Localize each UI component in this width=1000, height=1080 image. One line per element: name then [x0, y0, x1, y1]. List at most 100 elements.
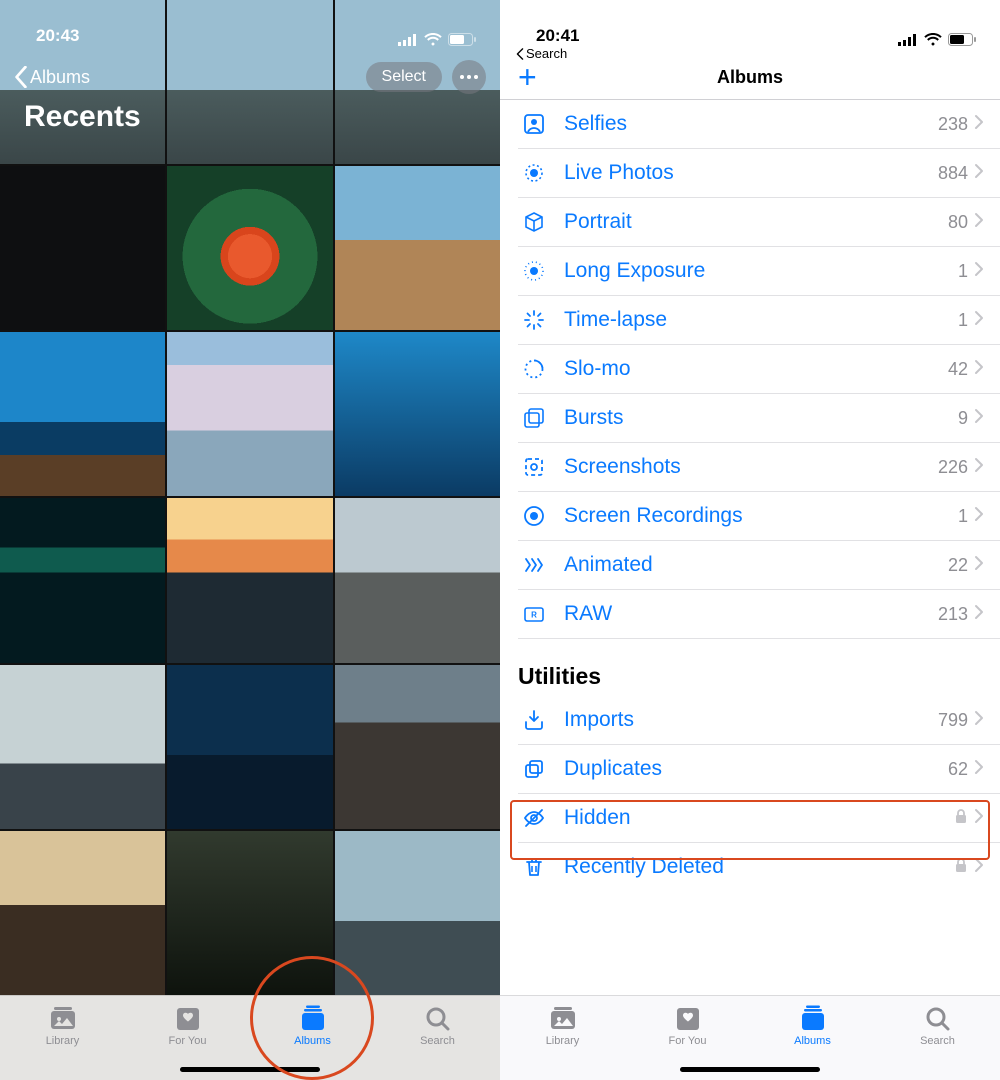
chevron-right-icon — [974, 408, 984, 429]
select-button[interactable]: Select — [366, 62, 442, 92]
photo-thumbnail[interactable] — [167, 166, 332, 330]
photo-thumbnail[interactable] — [0, 332, 165, 496]
photo-thumbnail[interactable] — [335, 166, 500, 330]
row-count: 42 — [948, 359, 968, 380]
status-icons — [898, 33, 976, 46]
tab-label: For You — [669, 1035, 707, 1047]
duplicates-icon — [518, 757, 550, 781]
photo-thumbnail[interactable] — [167, 332, 332, 496]
photo-thumbnail[interactable] — [0, 831, 165, 995]
search-icon — [923, 1004, 953, 1032]
tab-albums[interactable]: Albums — [750, 1004, 875, 1047]
photo-thumbnail[interactable] — [167, 665, 332, 829]
album-row-selfies[interactable]: Selfies 238 — [518, 100, 1000, 149]
album-row-duplicates[interactable]: Duplicates 62 — [518, 745, 1000, 794]
row-count: 213 — [938, 604, 968, 625]
albums-list-body[interactable]: Selfies 238 Live Photos 884 Portrait 80 … — [500, 100, 1000, 995]
photo-grid[interactable] — [0, 0, 500, 995]
row-label: Imports — [564, 708, 938, 732]
longexp-icon — [518, 259, 550, 283]
album-row-time-lapse[interactable]: Time-lapse 1 — [518, 296, 1000, 345]
tab-label: Albums — [294, 1035, 331, 1047]
trash-icon — [518, 855, 550, 879]
chevron-right-icon — [974, 114, 984, 135]
row-label: Slo-mo — [564, 357, 948, 381]
lock-icon — [954, 857, 968, 878]
back-to-search[interactable]: Search — [500, 46, 1000, 61]
more-button[interactable] — [452, 60, 486, 94]
chevron-right-icon — [974, 604, 984, 625]
bursts-icon — [518, 406, 550, 430]
screenrec-icon — [518, 504, 550, 528]
chevron-right-icon — [974, 457, 984, 478]
person-icon — [518, 112, 550, 136]
album-row-slo-mo[interactable]: Slo-mo 42 — [518, 345, 1000, 394]
photo-thumbnail[interactable] — [167, 831, 332, 995]
battery-icon — [948, 33, 976, 46]
add-button[interactable]: + — [518, 65, 537, 89]
home-indicator[interactable] — [180, 1067, 320, 1072]
album-row-screenshots[interactable]: Screenshots 226 — [518, 443, 1000, 492]
album-row-imports[interactable]: Imports 799 — [518, 696, 1000, 745]
album-row-long exposure[interactable]: Long Exposure 1 — [518, 247, 1000, 296]
chevron-right-icon — [974, 506, 984, 527]
photo-thumbnail[interactable] — [335, 665, 500, 829]
home-indicator[interactable] — [680, 1067, 820, 1072]
album-row-screen recordings[interactable]: Screen Recordings 1 — [518, 492, 1000, 541]
row-count: 22 — [948, 555, 968, 576]
album-row-raw[interactable]: R RAW 213 — [518, 590, 1000, 639]
photo-thumbnail[interactable] — [167, 498, 332, 662]
back-button[interactable]: Albums — [14, 66, 90, 88]
row-label: Screenshots — [564, 455, 938, 479]
photo-thumbnail[interactable] — [335, 332, 500, 496]
row-label: Animated — [564, 553, 948, 577]
tab-for-you[interactable]: For You — [625, 1004, 750, 1047]
photo-thumbnail[interactable] — [335, 831, 500, 995]
tab-label: Library — [46, 1035, 80, 1047]
hidden-icon — [518, 806, 550, 830]
album-row-live photos[interactable]: Live Photos 884 — [518, 149, 1000, 198]
photo-thumbnail[interactable] — [0, 166, 165, 330]
chevron-right-icon — [974, 759, 984, 780]
svg-text:R: R — [531, 611, 537, 620]
screenshots-icon — [518, 455, 550, 479]
photo-thumbnail[interactable] — [0, 498, 165, 662]
tab-label: Library — [546, 1035, 580, 1047]
tab-library[interactable]: Library — [500, 1004, 625, 1047]
album-row-hidden[interactable]: Hidden — [518, 794, 1000, 843]
row-label: Duplicates — [564, 757, 948, 781]
tab-search[interactable]: Search — [875, 1004, 1000, 1047]
album-row-portrait[interactable]: Portrait 80 — [518, 198, 1000, 247]
tab-label: Search — [420, 1035, 455, 1047]
row-label: Hidden — [564, 806, 954, 830]
album-row-bursts[interactable]: Bursts 9 — [518, 394, 1000, 443]
tab-search[interactable]: Search — [375, 1004, 500, 1047]
album-row-recently deleted[interactable]: Recently Deleted — [518, 843, 1000, 891]
row-label: Selfies — [564, 112, 938, 136]
row-count: 80 — [948, 212, 968, 233]
animated-icon — [518, 553, 550, 577]
timelapse-icon — [518, 308, 550, 332]
chevron-right-icon — [974, 310, 984, 331]
cellular-icon — [398, 34, 418, 46]
tab-for-you[interactable]: For You — [125, 1004, 250, 1047]
page-title: Recents — [24, 100, 141, 134]
row-count: 884 — [938, 163, 968, 184]
album-row-animated[interactable]: Animated 22 — [518, 541, 1000, 590]
tab-albums[interactable]: Albums — [250, 1004, 375, 1047]
left-nav-overlay: Albums Select — [0, 60, 500, 94]
status-bar: 20:41 — [500, 0, 1000, 48]
status-time: 20:41 — [536, 26, 579, 46]
wifi-icon — [924, 33, 942, 46]
photo-thumbnail[interactable] — [0, 665, 165, 829]
library-icon — [48, 1004, 78, 1032]
row-label: Live Photos — [564, 161, 938, 185]
row-label: Portrait — [564, 210, 948, 234]
tab-library[interactable]: Library — [0, 1004, 125, 1047]
chevron-right-icon — [974, 808, 984, 829]
tab-bar: Library For You Albums Search — [0, 995, 500, 1080]
wifi-icon — [424, 33, 442, 46]
chevron-right-icon — [974, 261, 984, 282]
lock-icon — [954, 808, 968, 829]
photo-thumbnail[interactable] — [335, 498, 500, 662]
